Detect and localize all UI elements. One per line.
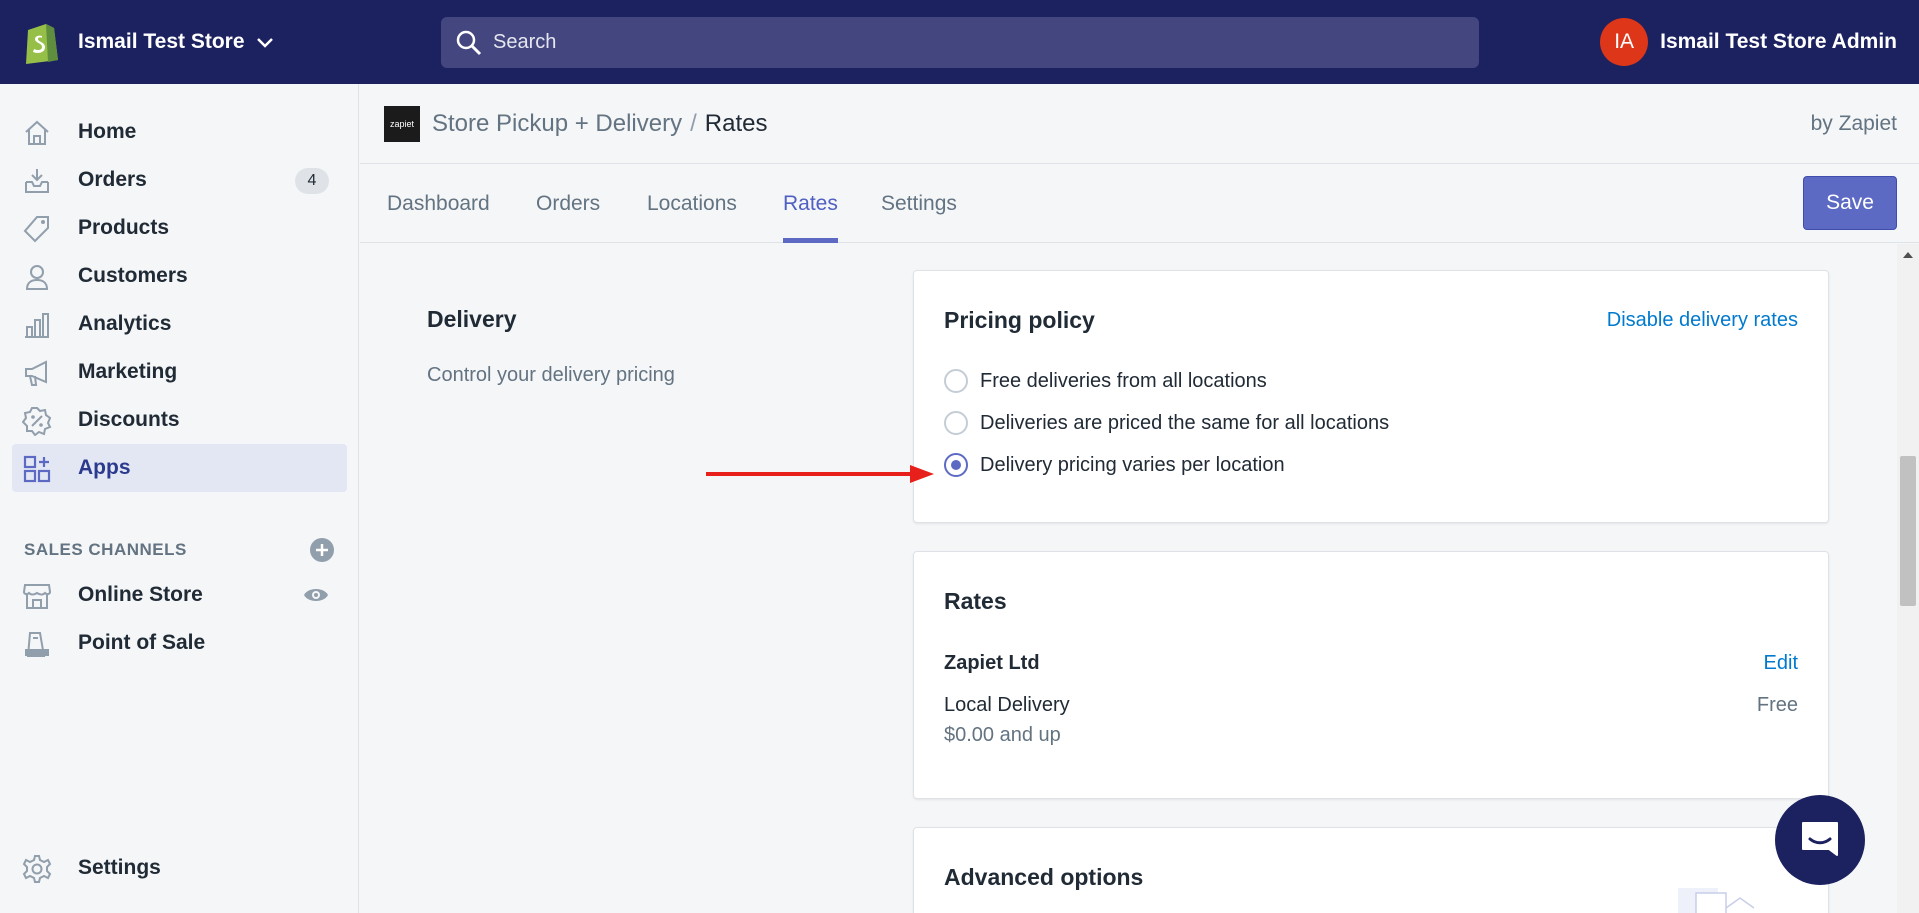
sidebar-item-label: Products: [78, 216, 170, 239]
sidebar-item-label: Point of Sale: [78, 631, 206, 654]
store-icon: [22, 584, 52, 609]
scrollbar[interactable]: [1897, 244, 1919, 913]
search-icon: [456, 30, 482, 55]
sidebar-item-products[interactable]: Products: [12, 204, 347, 252]
analytics-icon: [25, 313, 49, 338]
sidebar-item-label: Marketing: [78, 360, 178, 383]
tab-locations[interactable]: Locations: [647, 164, 737, 243]
eye-icon[interactable]: [303, 584, 329, 606]
rates-card: Rates Zapiet Ltd Edit Local Delivery Fre…: [913, 551, 1829, 799]
rate-location-name: Zapiet Ltd: [944, 652, 1040, 674]
annotation-arrow-icon: [706, 465, 934, 483]
orders-icon: [25, 169, 49, 193]
pricing-policy-card: Pricing policy Disable delivery rates Fr…: [913, 270, 1829, 523]
tab-rates[interactable]: Rates: [783, 164, 838, 243]
search-bar[interactable]: [441, 17, 1479, 68]
main-content: Delivery Control your delivery pricing P…: [360, 244, 1900, 913]
sidebar-item-marketing[interactable]: Marketing: [12, 348, 347, 396]
illustration-icon: [1678, 888, 1755, 913]
advanced-options-card: Advanced options: [913, 827, 1829, 913]
edit-rate-link[interactable]: Edit: [1764, 652, 1798, 675]
sidebar-item-analytics[interactable]: Analytics: [12, 300, 347, 348]
gear-icon: [22, 855, 52, 883]
breadcrumb: Store Pickup + Delivery / Rates: [432, 110, 767, 138]
home-icon: [25, 120, 49, 145]
sidebar: Home Orders 4 Products Customers Analyti…: [0, 84, 359, 913]
search-input[interactable]: [493, 31, 1393, 54]
scroll-up-arrow-icon[interactable]: [1902, 250, 1914, 260]
zapiet-logo: zapiet: [384, 106, 420, 142]
app-byline: by Zapiet: [1810, 112, 1897, 135]
chat-launcher-button[interactable]: [1775, 795, 1865, 885]
tab-dashboard[interactable]: Dashboard: [387, 164, 490, 243]
radio-label: Delivery pricing varies per location: [980, 453, 1285, 476]
account-menu[interactable]: IA Ismail Test Store Admin: [1600, 18, 1897, 66]
radio-button[interactable]: [944, 411, 968, 435]
sidebar-item-label: Customers: [78, 264, 188, 287]
chat-icon: [1802, 822, 1838, 856]
breadcrumb-separator: /: [690, 110, 697, 137]
tab-settings[interactable]: Settings: [881, 164, 957, 243]
sidebar-item-settings[interactable]: Settings: [12, 844, 347, 892]
radio-option-same-price[interactable]: Deliveries are priced the same for all l…: [944, 409, 1389, 437]
rate-price: Free: [1756, 694, 1798, 716]
radio-option-varies[interactable]: Delivery pricing varies per location: [944, 451, 1285, 479]
radio-button-selected[interactable]: [944, 453, 968, 477]
customer-icon: [25, 265, 49, 290]
tab-bar: Dashboard Orders Locations Rates Setting…: [360, 164, 1919, 243]
sidebar-item-home[interactable]: Home: [12, 108, 347, 156]
tag-icon: [23, 216, 49, 243]
disable-delivery-rates-link[interactable]: Disable delivery rates: [1607, 309, 1798, 332]
avatar: IA: [1600, 18, 1649, 66]
tab-orders[interactable]: Orders: [536, 164, 600, 243]
sidebar-item-online-store[interactable]: Online Store: [12, 571, 347, 619]
sidebar-item-label: Analytics: [78, 312, 172, 335]
orders-count-badge: 4: [295, 168, 329, 194]
sidebar-item-label: Apps: [78, 456, 131, 479]
sidebar-item-apps[interactable]: Apps: [12, 444, 347, 492]
rate-condition: $0.00 and up: [944, 724, 1061, 746]
shopify-logo-icon: [26, 24, 58, 64]
megaphone-icon: [25, 360, 47, 386]
sidebar-item-customers[interactable]: Customers: [12, 252, 347, 300]
add-circle-icon[interactable]: [309, 537, 335, 563]
chevron-down-icon: [256, 38, 273, 48]
card-title: Pricing policy: [944, 307, 1095, 333]
sidebar-item-label: Online Store: [78, 583, 203, 606]
sidebar-item-label: Discounts: [78, 408, 180, 431]
sales-channels-label: SALES CHANNELS: [24, 540, 187, 559]
page-title: Rates: [704, 110, 768, 137]
discount-icon: [22, 407, 52, 436]
sidebar-item-label: Home: [78, 120, 137, 143]
card-title: Rates: [944, 588, 1007, 614]
breadcrumb-app-name[interactable]: Store Pickup + Delivery: [432, 110, 682, 137]
radio-button[interactable]: [944, 369, 968, 393]
account-name: Ismail Test Store Admin: [1660, 30, 1897, 53]
radio-label: Deliveries are priced the same for all l…: [980, 411, 1390, 434]
app-header: zapiet Store Pickup + Delivery / Rates by …: [360, 84, 1919, 164]
pos-icon: [25, 632, 49, 657]
scrollbar-thumb[interactable]: [1900, 456, 1916, 606]
section-title: Delivery: [427, 306, 517, 332]
radio-option-free[interactable]: Free deliveries from all locations: [944, 367, 1267, 395]
sidebar-item-label: Settings: [78, 856, 161, 879]
apps-icon: [23, 455, 51, 483]
sidebar-item-discounts[interactable]: Discounts: [12, 396, 347, 444]
sales-channels-header: SALES CHANNELS: [24, 535, 335, 565]
rate-name: Local Delivery: [944, 694, 1070, 716]
store-switcher[interactable]: Ismail Test Store: [22, 20, 275, 64]
section-description: Control your delivery pricing: [427, 364, 675, 386]
store-name: Ismail Test Store: [78, 30, 245, 53]
sidebar-item-label: Orders: [78, 168, 147, 191]
save-button[interactable]: Save: [1803, 176, 1897, 230]
radio-label: Free deliveries from all locations: [980, 369, 1267, 392]
card-title: Advanced options: [944, 864, 1144, 890]
sidebar-item-orders[interactable]: Orders 4: [12, 156, 347, 204]
top-bar: Ismail Test Store IA Ismail Test Store A…: [0, 0, 1919, 84]
sidebar-item-point-of-sale[interactable]: Point of Sale: [12, 619, 347, 667]
